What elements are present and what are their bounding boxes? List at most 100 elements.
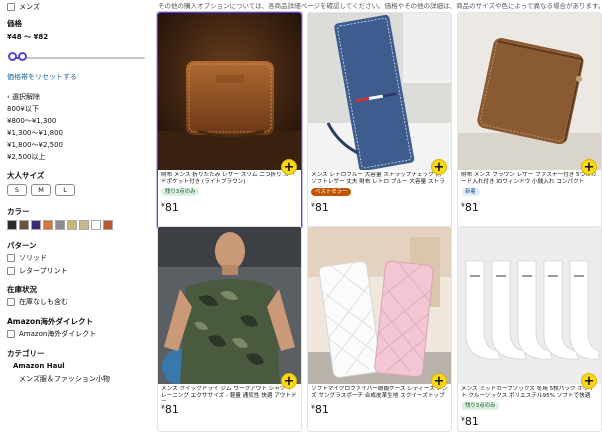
- product-image: [458, 13, 601, 170]
- slider-max-handle[interactable]: [18, 52, 27, 61]
- slider-min-handle[interactable]: [8, 52, 17, 61]
- product-title[interactable]: メンズ ミッドカーフソックス 冬用 5枚パック ホワイト クルーソックス ポリエ…: [461, 386, 598, 401]
- price-value: 81: [464, 415, 479, 428]
- clear-selection-link[interactable]: ‹ 選択解除: [7, 92, 40, 102]
- filter-mens-label: メンズ: [19, 3, 40, 11]
- pattern-solid-label: ソリッド: [19, 254, 47, 262]
- category-heading: カテゴリー: [7, 349, 45, 358]
- product-image: [458, 227, 601, 384]
- price-value: 81: [164, 403, 179, 416]
- stock-include-checkbox[interactable]: 在庫なしも含む: [7, 297, 68, 307]
- badge-label: ベストセラー: [315, 189, 348, 195]
- price-value: 81: [164, 201, 179, 214]
- add-to-cart-button[interactable]: +: [581, 373, 597, 389]
- price-value: 81: [314, 201, 329, 214]
- purchase-options-notice: その他の購入オプションについては、各商品詳細ページを確認してください。価格やその…: [158, 2, 602, 10]
- color-swatch[interactable]: [103, 220, 113, 230]
- pattern-solid-checkbox[interactable]: ソリッド: [7, 253, 47, 263]
- bestseller-badge: ベストセラー: [311, 188, 352, 196]
- wallet-photo: [158, 13, 301, 170]
- price-value: 81: [464, 201, 479, 214]
- filter-sidebar: メンズ 価格 ¥48 ～ ¥82 価格帯をリセットする ‹ 選択解除 800¥以…: [0, 0, 152, 432]
- size-m-button[interactable]: M: [31, 184, 51, 196]
- price-heading: 価格: [7, 19, 22, 28]
- price-option-3[interactable]: ¥1,300～¥1,800: [7, 128, 63, 138]
- color-heading: カラー: [7, 207, 30, 216]
- price-option-5[interactable]: ¥2,500以上: [7, 152, 46, 162]
- price-option-1[interactable]: 800¥以下: [7, 104, 39, 114]
- yen-sign: ¥: [461, 202, 465, 209]
- product-card[interactable]: + メンズ レトロブルー 大容量 ストラップチェック 柄 ソフトレザー 丈夫 財…: [307, 12, 452, 230]
- price-range-value: ¥48 ～ ¥82: [7, 33, 49, 41]
- pattern-heading: パターン: [7, 241, 37, 250]
- color-swatch[interactable]: [31, 220, 41, 230]
- checkbox-box[interactable]: [7, 298, 15, 306]
- intl-label: Amazon海外ダイレクト: [19, 330, 97, 338]
- price-slider[interactable]: [7, 52, 147, 64]
- price-value: 81: [314, 403, 329, 416]
- socks-photo: [458, 227, 601, 384]
- color-swatch[interactable]: [43, 220, 53, 230]
- pattern-letter-checkbox[interactable]: レタープリント: [7, 266, 68, 276]
- add-to-cart-button[interactable]: +: [281, 373, 297, 389]
- intl-heading: Amazon海外ダイレクト: [7, 317, 94, 326]
- color-swatch[interactable]: [79, 220, 89, 230]
- price-option-4[interactable]: ¥1,800～¥2,500: [7, 140, 63, 150]
- add-to-cart-button[interactable]: +: [431, 373, 447, 389]
- add-to-cart-button[interactable]: +: [281, 159, 297, 175]
- size-options: S M L: [7, 184, 75, 196]
- color-swatches: [7, 220, 113, 230]
- product-title[interactable]: メンズ レトロブルー 大容量 ストラップチェック 柄 ソフトレザー 丈夫 財布 …: [311, 172, 448, 187]
- product-image: [158, 13, 301, 170]
- add-to-cart-button[interactable]: +: [581, 159, 597, 175]
- product-card[interactable]: + ソフトマイクロファイバー眼鏡ケース レディース メンズ サングラスポーチ 合…: [307, 226, 452, 432]
- size-s-button[interactable]: S: [7, 184, 27, 196]
- badge-label: 残り3点のみ: [165, 189, 196, 195]
- category-parent: Amazon Haul: [13, 362, 65, 370]
- slider-track: [9, 57, 145, 59]
- stock-include-label: 在庫なしも含む: [19, 298, 68, 306]
- stock-heading: 在庫状況: [7, 285, 37, 294]
- filter-mens-checkbox[interactable]: メンズ: [7, 2, 40, 12]
- product-title[interactable]: ソフトマイクロファイバー眼鏡ケース レディース メンズ サングラスポーチ 合成皮…: [311, 386, 448, 401]
- product-card[interactable]: + 財布 メンズ ブラウン レザー ファスナー付き 5つのカード入れ付き IDウ…: [457, 12, 602, 230]
- product-card[interactable]: + メンズ ミッドカーフソックス 冬用 5枚パック ホワイト クルーソックス ポ…: [457, 226, 602, 432]
- checkbox-box[interactable]: [7, 254, 15, 262]
- product-title[interactable]: 財布 メンズ 折りたたみ レザー スリム 二つ折り カードポケット付き (ライト…: [161, 172, 298, 187]
- checkbox-box[interactable]: [7, 267, 15, 275]
- color-swatch[interactable]: [19, 220, 29, 230]
- product-price: ¥81: [161, 201, 179, 214]
- badge-label: 新着: [465, 189, 476, 195]
- pattern-letter-label: レタープリント: [19, 267, 68, 275]
- category-child-link[interactable]: メンズ服＆ファッション小物: [19, 374, 110, 384]
- product-card[interactable]: + メンズ クイックドライ ジム ワークアウト シャツ トレーニング エクササイ…: [157, 226, 302, 432]
- badge-label: 残り3点のみ: [465, 403, 496, 409]
- color-swatch[interactable]: [67, 220, 77, 230]
- new-badge: 新着: [461, 188, 480, 196]
- stock-badge: 残り3点のみ: [461, 402, 500, 410]
- yen-sign: ¥: [161, 202, 165, 209]
- checkbox-box[interactable]: [7, 3, 15, 11]
- product-price: ¥81: [461, 201, 479, 214]
- product-price: ¥81: [311, 403, 329, 416]
- color-swatch[interactable]: [7, 220, 17, 230]
- color-swatch[interactable]: [55, 220, 65, 230]
- price-option-2[interactable]: ¥800～¥1,300: [7, 116, 56, 126]
- add-to-cart-button[interactable]: +: [431, 159, 447, 175]
- price-reset-link[interactable]: 価格帯をリセットする: [7, 72, 77, 82]
- wallet-photo: [308, 13, 451, 170]
- product-price: ¥81: [461, 415, 479, 428]
- glasses-case-photo: [308, 227, 451, 384]
- yen-sign: ¥: [311, 202, 315, 209]
- size-l-button[interactable]: L: [55, 184, 75, 196]
- product-title[interactable]: 財布 メンズ ブラウン レザー ファスナー付き 5つのカード入れ付き IDウィン…: [461, 172, 598, 187]
- product-card[interactable]: + 財布 メンズ 折りたたみ レザー スリム 二つ折り カードポケット付き (ラ…: [157, 12, 302, 230]
- yen-sign: ¥: [161, 404, 165, 411]
- intl-checkbox[interactable]: Amazon海外ダイレクト: [7, 329, 96, 339]
- size-heading: 大人サイズ: [7, 171, 45, 180]
- checkbox-box[interactable]: [7, 330, 15, 338]
- product-title[interactable]: メンズ クイックドライ ジム ワークアウト シャツ トレーニング エクササイズ …: [161, 386, 298, 401]
- product-image: [308, 13, 451, 170]
- color-swatch[interactable]: [91, 220, 101, 230]
- product-price: ¥81: [311, 201, 329, 214]
